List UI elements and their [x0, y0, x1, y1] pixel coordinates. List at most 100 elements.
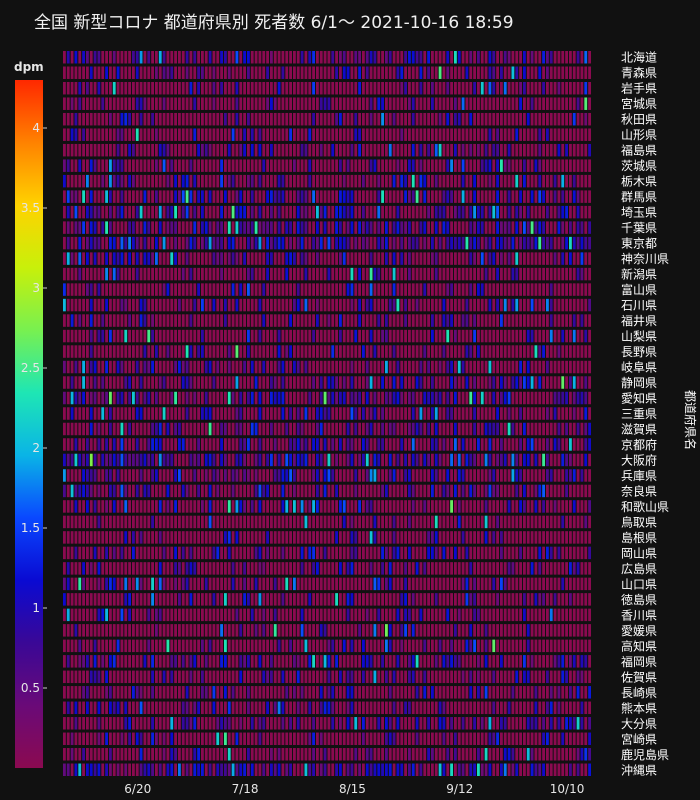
heatmap-cell	[231, 159, 235, 172]
heatmap-cell	[385, 283, 388, 296]
heatmap-cell	[86, 484, 89, 498]
heatmap-cell	[273, 345, 277, 358]
heatmap-cell	[277, 329, 281, 343]
heatmap-cell	[434, 422, 438, 436]
heatmap-cell	[220, 143, 223, 157]
heatmap-cell	[515, 500, 519, 513]
heatmap-cell	[457, 453, 461, 467]
heatmap-cell	[496, 515, 499, 529]
heatmap-cell	[488, 438, 492, 451]
heatmap-cell	[231, 143, 235, 157]
heatmap-cell	[319, 376, 323, 389]
heatmap-cell	[404, 577, 407, 591]
heatmap-cell	[270, 221, 273, 234]
heatmap-cell	[216, 190, 220, 203]
heatmap-cell	[354, 174, 358, 188]
heatmap-cell	[243, 546, 246, 560]
heatmap-cell	[335, 407, 338, 420]
heatmap-cell	[342, 205, 346, 219]
heatmap-cell	[542, 329, 545, 343]
heatmap-cell	[128, 438, 131, 451]
heatmap-cell	[438, 360, 442, 374]
heatmap-cell	[316, 143, 319, 157]
heatmap-cell	[327, 221, 331, 234]
heatmap-cell	[112, 51, 116, 64]
heatmap-cell	[365, 484, 369, 498]
heatmap-cell	[231, 314, 235, 327]
heatmap-cell	[503, 438, 507, 451]
heatmap-cell	[181, 469, 185, 482]
heatmap-cell	[461, 112, 465, 126]
heatmap-cell	[526, 97, 530, 110]
heatmap-cell	[450, 51, 453, 64]
heatmap-cell	[216, 453, 220, 467]
heatmap-cell	[534, 221, 538, 234]
heatmap-cell	[584, 81, 588, 95]
heatmap-cell	[561, 515, 565, 529]
heatmap-cell	[185, 484, 189, 498]
heatmap-cell	[454, 159, 457, 172]
heatmap-cell	[362, 376, 365, 389]
heatmap-cell	[365, 205, 369, 219]
heatmap-cell	[438, 469, 442, 482]
heatmap-cell	[473, 562, 476, 575]
heatmap-cell	[584, 484, 588, 498]
heatmap-cell	[350, 546, 354, 560]
heatmap-cell	[239, 329, 243, 343]
heatmap-cell	[143, 329, 147, 343]
heatmap-cell	[561, 391, 565, 405]
heatmap-cell	[438, 252, 442, 265]
heatmap-cell	[227, 298, 231, 312]
heatmap-cell	[511, 159, 515, 172]
heatmap-cell	[112, 469, 116, 482]
heatmap-cell	[553, 66, 557, 79]
heatmap-cell	[112, 360, 116, 374]
heatmap-cell	[438, 438, 442, 451]
heatmap-cell	[511, 112, 515, 126]
heatmap-cell	[155, 407, 158, 420]
heatmap-cell	[580, 562, 584, 575]
heatmap-cell	[208, 422, 212, 436]
heatmap-cell	[388, 422, 392, 436]
heatmap-cell	[569, 500, 572, 513]
heatmap-cell	[365, 500, 369, 513]
heatmap-cell	[308, 97, 312, 110]
heatmap-cell	[454, 562, 457, 575]
heatmap-cell	[243, 97, 246, 110]
heatmap-cell	[285, 500, 289, 513]
heatmap-cell	[66, 345, 70, 358]
heatmap-cell	[411, 407, 415, 420]
heatmap-cell	[231, 577, 235, 591]
heatmap-cell	[74, 484, 78, 498]
heatmap-cell	[469, 252, 473, 265]
heatmap-cell	[116, 515, 120, 529]
heatmap-cell	[557, 174, 561, 188]
heatmap-cell	[300, 143, 304, 157]
heatmap-cell	[331, 128, 335, 141]
heatmap-cell	[235, 51, 239, 64]
heatmap-cell	[285, 531, 289, 544]
heatmap-cell	[231, 329, 235, 343]
heatmap-cell	[526, 174, 530, 188]
heatmap-cell	[128, 484, 131, 498]
heatmap-cell	[381, 97, 384, 110]
heatmap-cell	[404, 267, 407, 281]
heatmap-cell	[358, 128, 361, 141]
heatmap-cell	[503, 422, 507, 436]
heatmap-cell	[231, 345, 235, 358]
heatmap-cell	[580, 391, 584, 405]
heatmap-cell	[270, 546, 273, 560]
heatmap-cell	[327, 159, 331, 172]
heatmap-cell	[507, 484, 511, 498]
heatmap-cell	[569, 298, 572, 312]
heatmap-cell	[503, 531, 507, 544]
heatmap-cell	[461, 345, 465, 358]
heatmap-cell	[116, 174, 120, 188]
heatmap-cell	[212, 66, 216, 79]
heatmap-cell	[212, 360, 216, 374]
heatmap-cell	[293, 345, 296, 358]
heatmap-cell	[132, 159, 135, 172]
heatmap-cell	[431, 205, 434, 219]
heatmap-cell	[411, 500, 415, 513]
heatmap-cell	[350, 159, 354, 172]
